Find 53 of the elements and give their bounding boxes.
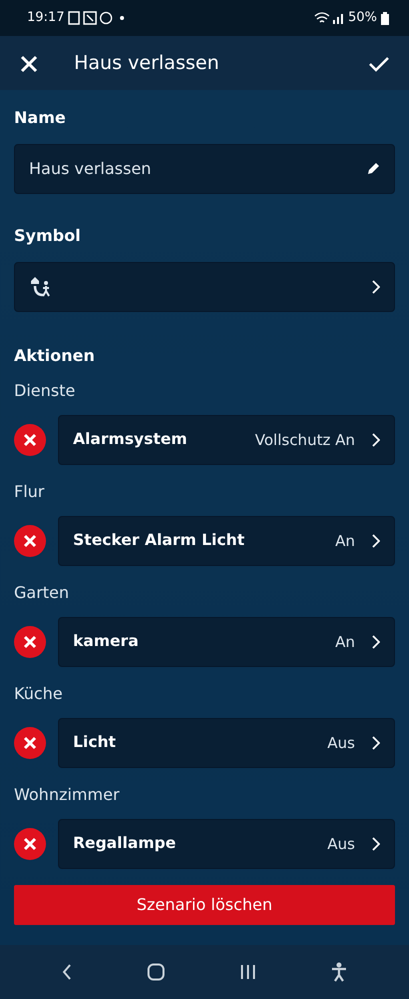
remove-button[interactable] [14,727,46,759]
chevron-icon [371,736,380,750]
room-label: Dienste [14,380,76,402]
action-row[interactable]: Alarmsystem Vollschutz An [58,415,395,465]
delete-scenario-button[interactable]: Szenario löschen [14,885,395,925]
action-state: An [335,530,355,552]
recent-apps-icon[interactable] [240,964,256,980]
remove-button[interactable] [14,626,46,658]
action-state: Aus [327,834,355,855]
action-state: Aus [327,732,355,754]
action-row[interactable]: Stecker Alarm Licht An [58,516,395,566]
status-time: 19:17 [27,9,64,28]
field-value: Haus verlassen [29,158,152,180]
device-name: Alarmsystem [73,429,188,450]
close-icon [23,736,37,750]
remove-button[interactable] [14,828,46,860]
chevron-icon [371,433,380,447]
home-icon[interactable] [146,963,165,981]
action-state: Vollschutz An [255,430,355,451]
accessibility-icon[interactable] [331,962,348,982]
room-label: Küche [14,683,64,705]
close-icon [23,837,37,851]
remove-button[interactable] [14,525,46,557]
back-icon[interactable] [62,964,72,980]
action-row[interactable]: Regallampe Aus [58,819,395,869]
wifi-signal-icon [314,12,344,24]
device-name: kamera [73,631,140,652]
close-icon [23,635,37,649]
remove-button[interactable] [14,424,46,456]
section-label: Symbol [14,225,82,247]
battery-percent: 50% [348,9,377,28]
name-field[interactable]: Haus verlassen [14,144,395,194]
action-row[interactable]: Licht Aus [58,718,395,768]
screen-title: Haus verlassen [74,50,220,76]
battery-icon [381,12,389,24]
room-label: Wohnzimmer [14,784,120,806]
section-label: Aktionen [14,345,96,367]
edit-icon[interactable] [366,162,380,176]
action-state: An [335,632,355,653]
section-label: Name [14,107,67,129]
chevron-icon [371,534,380,548]
chevron-icon [371,635,380,649]
action-row[interactable]: kamera An [58,617,395,667]
room-label: Garten [14,582,70,604]
room-label: Flur [14,481,46,503]
close-icon [23,534,37,548]
chevron-icon [371,280,380,294]
close-icon [23,433,37,447]
notification-icons [68,11,126,25]
chevron-icon [371,837,380,851]
device-name: Stecker Alarm Licht [73,530,246,552]
device-name: Licht [73,732,117,754]
device-name: Regallampe [73,833,177,854]
